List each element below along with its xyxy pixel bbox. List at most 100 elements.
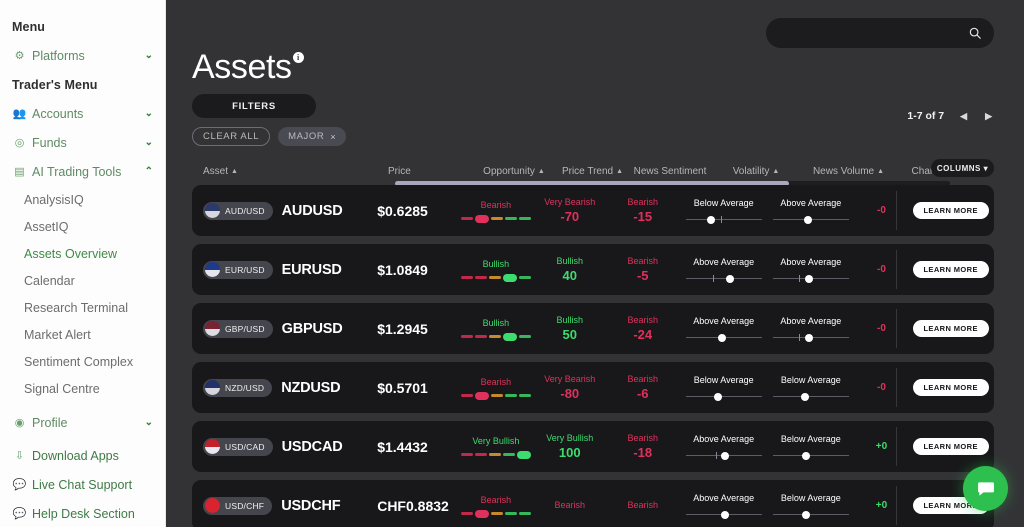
sidebar-item-platforms[interactable]: ⚙ Platforms ⌄ [0,41,165,70]
opportunity-segment [474,276,487,279]
news-volume-slider[interactable] [772,215,849,225]
opportunity-segment [488,276,501,279]
sidebar-item-assetiq[interactable]: AssetIQ [0,213,165,240]
slider-knob[interactable] [803,215,812,224]
slider-knob[interactable] [800,392,809,401]
sidebar-item-help-desk-section[interactable]: 💬 Help Desk Section [0,499,165,527]
columns-button[interactable]: COLUMNS ▾ [931,159,994,177]
price-trend-label: Bearish [554,500,586,510]
column-header-news-volume[interactable]: News Volume ▲ [801,166,896,177]
slider-tick [798,275,800,282]
news-volume-slider[interactable] [772,392,849,402]
opportunity-cell: Bearish [456,185,535,236]
filters-button[interactable]: FILTERS [192,94,316,118]
next-page-icon[interactable]: ▶ [983,111,994,122]
asset-pair-label: NZD/USD [225,382,265,393]
volatility-slider[interactable] [685,215,762,225]
row-divider [896,486,897,525]
table-row[interactable]: USD/CAD USDCAD $1.4432 Very Bullish Very Bul… [192,421,994,472]
table-row[interactable]: EUR/USD EURUSD $1.0849 Bullish Bullish 40 Bear… [192,244,994,295]
opportunity-segment [474,335,487,338]
flag-icon [205,380,220,395]
sidebar-item-profile[interactable]: ◉ Profile ⌄ [0,408,165,437]
column-header-price[interactable]: Price [388,166,472,177]
slider-knob[interactable] [718,333,727,342]
slider-knob[interactable] [802,451,811,460]
sidebar-item-label: Profile [32,415,68,430]
sidebar-item-download-apps[interactable]: ⇩ Download Apps [0,441,165,470]
column-label: Price Trend [561,165,614,177]
table-row[interactable]: NZD/USD NZDUSD $0.5701 Bearish Very Bearish -… [192,362,994,413]
opportunity-segment [474,391,489,400]
slider-knob[interactable] [725,274,734,283]
sidebar-item-research-terminal[interactable]: Research Terminal [0,294,165,321]
sidebar-item-accounts[interactable]: 👥 Accounts ⌄ [0,99,165,128]
volatility-slider[interactable] [685,274,762,284]
column-header-news-sentiment[interactable]: News Sentiment [629,166,711,177]
sidebar-item-live-chat-support[interactable]: 💬 Live Chat Support [0,470,165,499]
column-header-volatility[interactable]: Volatility ▲ [711,166,801,177]
learn-more-cell: LEARN MORE [907,421,994,472]
sidebar-item-calendar[interactable]: Calendar [0,267,165,294]
slider-knob[interactable] [804,274,813,283]
price-trend-cell: Bullish 40 [535,244,604,295]
info-icon[interactable]: i [292,52,304,63]
news-volume-label: Above Average [780,315,842,326]
clear-all-chip[interactable]: CLEAR ALL [192,127,271,146]
sidebar-item-signal-centre[interactable]: Signal Centre [0,375,165,402]
sidebar-item-funds[interactable]: ◎ Funds ⌄ [0,128,165,157]
news-volume-slider[interactable] [772,274,849,284]
volatility-cell: Above Average [681,244,766,295]
column-header-opportunity[interactable]: Opportunity ▲ [472,166,556,177]
news-volume-slider[interactable] [772,333,849,343]
sidebar-item-ai-trading-tools[interactable]: ▤ AI Trading Tools ⌃ [0,157,165,186]
live-chat-fab[interactable] [963,466,1008,511]
filter-chip-major[interactable]: MAJOR × [278,127,347,146]
volatility-slider[interactable] [685,392,762,402]
sidebar-item-label: AI Trading Tools [32,164,122,179]
volatility-slider[interactable] [685,510,762,520]
price-value: $1.0849 [377,261,428,278]
top-bar [192,0,994,56]
table-row[interactable]: GBP/USD GBPUSD $1.2945 Bullish Bullish 50 Bear… [192,303,994,354]
volatility-slider[interactable] [685,451,762,461]
table-row[interactable]: USD/CHF USDCHF CHF0.8832 Bearish Bearish Bear… [192,480,994,527]
table-row[interactable]: AUD/USD AUDUSD $0.6285 Bearish Very Bearish -… [192,185,994,236]
sidebar: Menu ⚙ Platforms ⌄ Trader's Menu 👥 Accou… [0,0,166,527]
chat-icon: 💬 [12,479,27,491]
slider-knob[interactable] [714,392,723,401]
learn-more-button[interactable]: LEARN MORE [912,379,989,396]
change-value: -0 [876,382,886,393]
column-header-price-trend[interactable]: Price Trend ▲ [556,166,629,177]
learn-more-button[interactable]: LEARN MORE [912,320,989,337]
opportunity-bar [460,273,531,282]
learn-more-button[interactable]: LEARN MORE [912,261,989,278]
volatility-slider[interactable] [685,333,762,343]
learn-more-button[interactable]: LEARN MORE [912,202,989,219]
opportunity-segment [460,335,473,338]
sidebar-item-assets-overview[interactable]: Assets Overview [0,240,165,267]
price-trend-value: 50 [562,327,577,342]
news-volume-cell: Below Average [766,480,855,527]
sidebar-item-analysisiq[interactable]: AnalysisIQ [0,186,165,213]
close-icon[interactable]: × [330,132,336,142]
news-volume-slider[interactable] [772,451,849,461]
opportunity-label: Very Bullish [472,435,520,446]
slider-knob[interactable] [706,215,715,224]
sidebar-item-sentiment-complex[interactable]: Sentiment Complex [0,348,165,375]
opportunity-segment [518,512,531,515]
search-input[interactable] [766,18,994,48]
column-header-asset[interactable]: Asset ▲ [192,166,388,177]
slider-knob[interactable] [804,333,813,342]
slider-knob[interactable] [721,510,730,519]
sidebar-item-market-alert[interactable]: Market Alert [0,321,165,348]
news-volume-slider[interactable] [772,510,849,520]
opportunity-segment [502,453,515,456]
slider-knob[interactable] [802,510,811,519]
prev-page-icon[interactable]: ◀ [958,111,969,122]
row-divider [896,250,897,289]
change-cell: +0 [856,480,908,527]
sidebar-item-label: Help Desk Section [32,506,135,521]
learn-more-button[interactable]: LEARN MORE [912,438,989,455]
slider-knob[interactable] [721,451,730,460]
